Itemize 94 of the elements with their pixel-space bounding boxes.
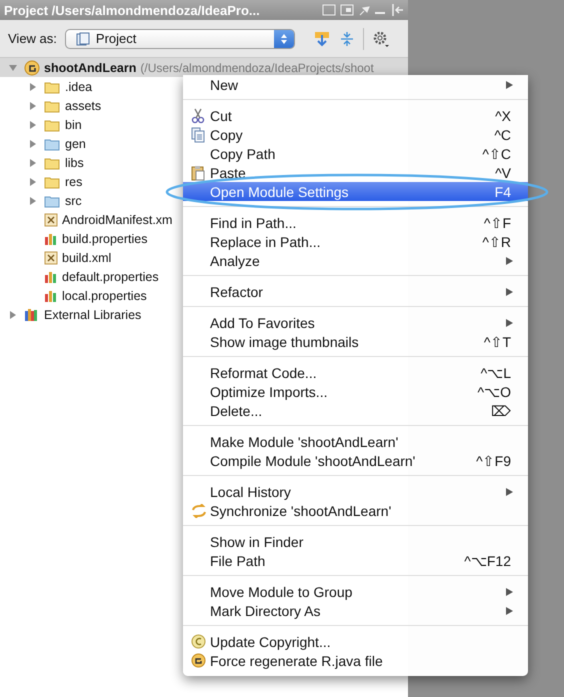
menu-item[interactable]: Reformat Code... ^⌥L (183, 363, 528, 382)
menu-item[interactable]: Replace in Path... ^⇧R (183, 232, 528, 251)
collapsed-arrow-icon[interactable] (8, 310, 18, 320)
menu-item[interactable]: New (183, 75, 528, 94)
window-icon[interactable] (340, 4, 354, 16)
tree-item-label[interactable]: local.properties (62, 288, 147, 302)
tree-item-label[interactable]: build.xml (62, 250, 112, 264)
folder-icon (44, 194, 61, 208)
collapsed-arrow-icon[interactable] (28, 138, 38, 148)
menu-item[interactable]: Paste ^V (183, 163, 528, 182)
shortcut-label: ^⇧F9 (476, 452, 511, 468)
menu-item[interactable]: Make Module 'shootAndLearn' (183, 432, 528, 451)
properties-file-icon (44, 270, 58, 284)
shortcut-label: ^X (495, 108, 511, 124)
shortcut-label: ^⇧F (484, 214, 511, 230)
menu-item[interactable]: Move Module to Group (183, 582, 528, 601)
menu-item[interactable]: Show in Finder (183, 532, 528, 551)
view-as-dropdown[interactable]: Project (64, 28, 295, 48)
collapsed-arrow-icon[interactable] (28, 82, 38, 92)
folder-icon (44, 174, 61, 188)
folder-icon (44, 156, 61, 170)
stepper-icon (278, 32, 289, 46)
tree-item-label[interactable]: bin (65, 118, 82, 132)
tree-item-label[interactable]: res (65, 174, 82, 188)
folder-icon (44, 136, 61, 150)
tree-item-label[interactable]: gen (65, 136, 86, 150)
shortcut-label: ^⌥F12 (464, 552, 511, 568)
tree-item-label[interactable]: build.properties (62, 232, 148, 246)
settings-icon[interactable] (372, 30, 390, 48)
folder-icon (44, 80, 61, 94)
folder-icon (44, 118, 61, 132)
scissors-icon (191, 108, 205, 124)
view-as-label: View as: (8, 31, 57, 46)
shortcut-label: ^C (494, 126, 511, 142)
collapse-all-icon[interactable] (338, 30, 355, 46)
menu-item[interactable]: Local History (183, 482, 528, 501)
tree-item-label[interactable]: src (65, 194, 82, 208)
collapsed-arrow-icon[interactable] (28, 158, 38, 168)
tree-item-label[interactable]: libs (65, 156, 84, 170)
shortcut-label: ^V (495, 164, 511, 180)
menu-item[interactable]: Refactor (183, 282, 528, 301)
menu-item[interactable]: Optimize Imports... ^⌥O (183, 382, 528, 401)
tree-item-label[interactable]: default.properties (62, 270, 159, 284)
menu-item[interactable]: Show image thumbnails ^⇧T (183, 332, 528, 351)
module-icon (24, 60, 40, 76)
collapsed-arrow-icon[interactable] (28, 176, 38, 186)
shortcut-label: ^⇧R (482, 234, 511, 250)
shortcut-label: ^⌥L (480, 364, 511, 380)
menu-item[interactable]: Compile Module 'shootAndLearn' ^⇧F9 (183, 451, 528, 470)
window-icon[interactable] (322, 4, 336, 16)
menu-item[interactable]: Mark Directory As (183, 601, 528, 620)
tree-item-label[interactable]: .idea (65, 80, 92, 94)
menu-item[interactable]: Open Module Settings F4 (183, 182, 528, 201)
tree-item-label[interactable]: shootAndLearn (44, 60, 136, 74)
collapsed-arrow-icon[interactable] (28, 196, 38, 206)
tree-item-label[interactable]: External Libraries (44, 308, 142, 322)
menu-item[interactable]: Synchronize 'shootAndLearn' (183, 501, 528, 520)
library-icon (24, 308, 40, 322)
menu-item[interactable]: Force regenerate R.java file (183, 651, 528, 670)
xml-file-icon (44, 212, 58, 226)
expanded-arrow-icon[interactable] (8, 62, 18, 72)
sync-icon (191, 504, 207, 518)
properties-file-icon (44, 288, 58, 302)
menu-item[interactable]: Cut ^X (183, 106, 528, 125)
module-path: (/Users/almondmendoza/IdeaProjects/shoot (140, 60, 374, 74)
shortcut-label: ^⌥O (478, 384, 511, 400)
menu-item[interactable]: File Path ^⌥F12 (183, 551, 528, 570)
panel-title: Project /Users/almondmendoza/IdeaPro... (4, 2, 261, 18)
copyright-icon (191, 634, 206, 649)
shortcut-label: ^⇧C (482, 146, 511, 162)
menu-item[interactable]: Find in Path... ^⇧F (183, 213, 528, 232)
hide-icon[interactable] (390, 3, 404, 17)
tree-item-label[interactable]: AndroidManifest.xm (62, 212, 172, 226)
copy-icon (191, 126, 205, 142)
project-icon (76, 32, 90, 46)
shortcut-label: ^⇧T (484, 334, 511, 350)
menu-item[interactable]: Copy ^C (183, 125, 528, 144)
menu-item[interactable]: Update Copyright... (183, 632, 528, 651)
xml-file-icon (44, 250, 58, 264)
menu-item[interactable]: Analyze (183, 251, 528, 270)
collapsed-arrow-icon[interactable] (28, 100, 38, 110)
scroll-from-source-icon[interactable] (312, 30, 331, 48)
tree-item-label[interactable]: assets (65, 98, 102, 112)
pin-icon[interactable] (358, 4, 370, 16)
folder-icon (44, 98, 61, 112)
clipboard-icon (191, 164, 205, 180)
menu-item[interactable]: Delete... ⌦ (183, 401, 528, 420)
menu-item[interactable]: Copy Path ^⇧C (183, 144, 528, 163)
shortcut-label: F4 (494, 184, 511, 200)
menu-item[interactable]: Add To Favorites (183, 313, 528, 332)
properties-file-icon (44, 232, 58, 246)
collapsed-arrow-icon[interactable] (28, 120, 38, 130)
module-icon (191, 653, 206, 668)
shortcut-label: ⌦ (491, 402, 511, 418)
